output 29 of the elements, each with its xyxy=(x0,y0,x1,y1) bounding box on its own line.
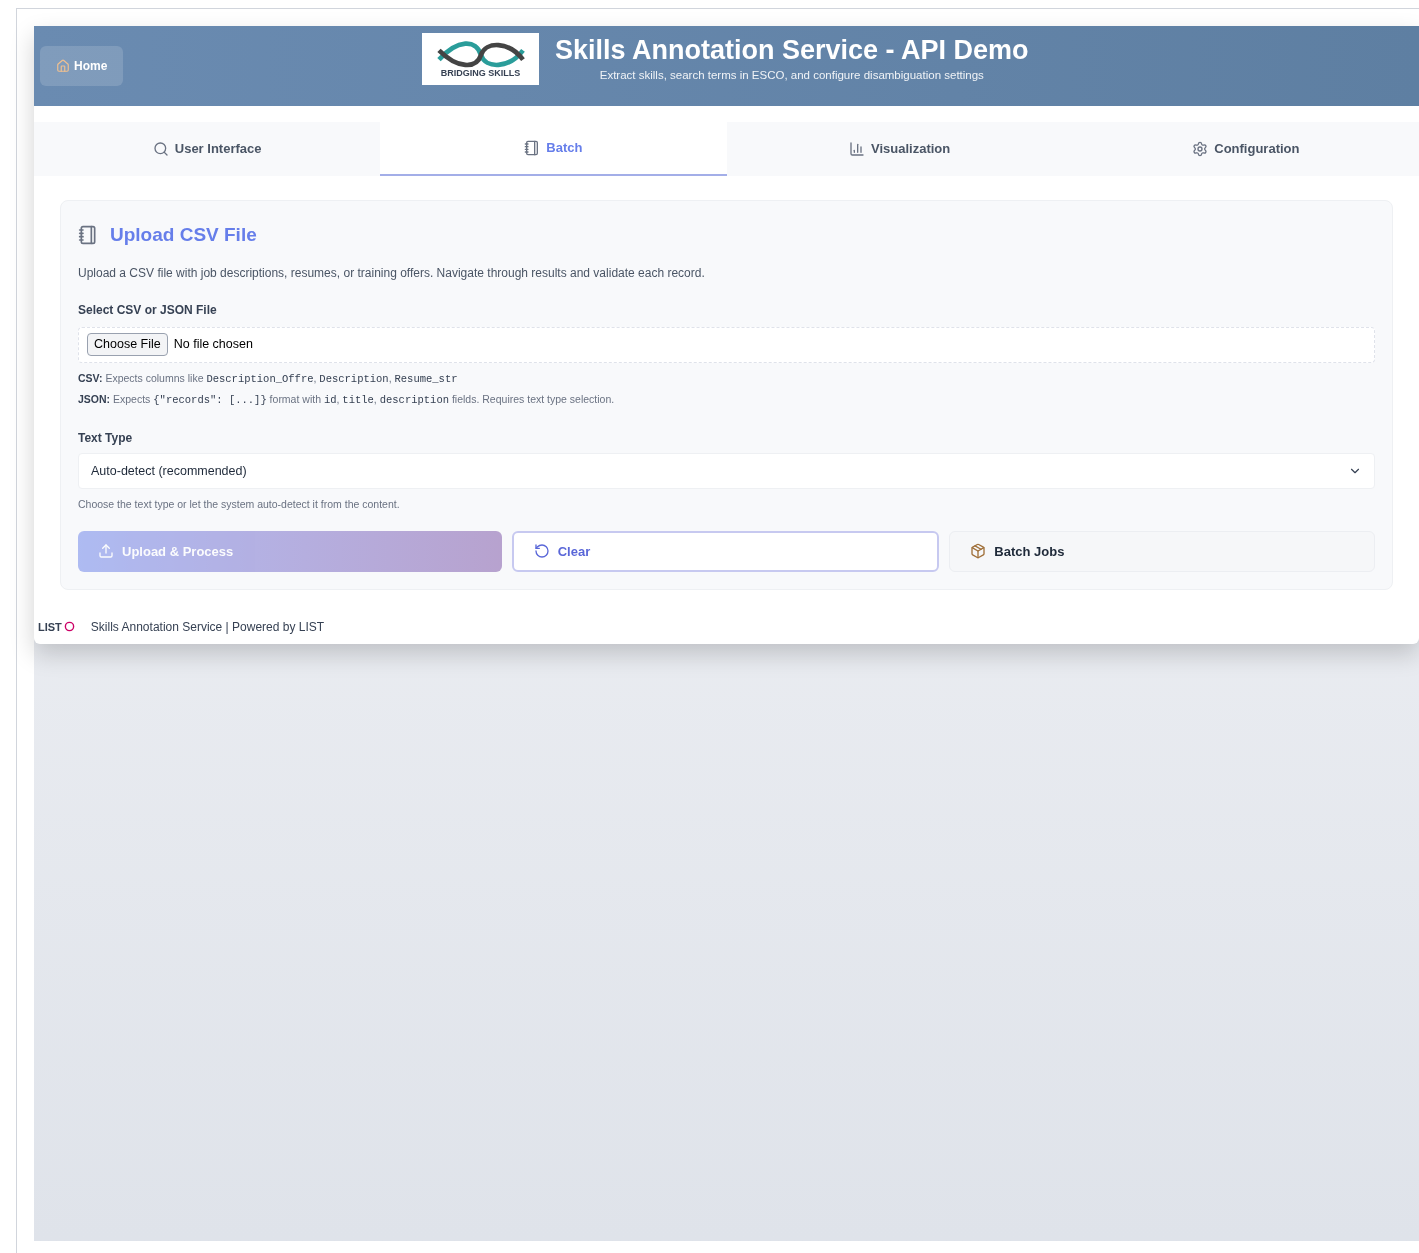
footer-text: Skills Annotation Service | Powered by LIST xyxy=(90,618,325,636)
tab[interactable]: Batch xyxy=(380,122,727,176)
text-type-select[interactable]: Auto-detect (recommended) xyxy=(78,453,1375,489)
batch-jobs-button[interactable]: Batch Jobs xyxy=(949,530,1375,572)
settings-icon xyxy=(1192,141,1209,157)
search-icon xyxy=(152,141,169,157)
tab[interactable]: Configuration xyxy=(1072,122,1419,176)
tab[interactable]: Visualization xyxy=(726,122,1073,176)
card-description: Upload a CSV file with job descriptions, resumes, or training offers. Navigate through results and validate each record. xyxy=(78,264,706,282)
upload-icon xyxy=(98,543,114,560)
notebook-icon xyxy=(78,225,98,246)
clear-button[interactable]: Clear xyxy=(511,530,940,572)
format-hint: JSON: Expects {"records": [...]} format with id, title, description fields. Requires text type selection. xyxy=(78,392,616,409)
box-icon xyxy=(970,543,987,560)
page-subtitle: Extract skills, search terms in ESCO, and configure disambiguation settings xyxy=(599,68,984,84)
page-title: Skills Annotation Service - API Demo xyxy=(555,33,1029,67)
select-hint: Choose the text type or let the system auto-detect it from the content. xyxy=(78,497,401,512)
notebook-icon xyxy=(524,140,541,156)
tab[interactable]: User Interface xyxy=(34,122,381,176)
card-title: Upload CSV File xyxy=(110,223,257,247)
footer-logo: LIST xyxy=(38,618,75,635)
file-input[interactable]: Choose File No file chosen xyxy=(78,326,1375,363)
field-label: Select CSV or JSON File xyxy=(78,301,218,319)
bar-chart-icon xyxy=(849,141,865,157)
format-hint: CSV: Expects columns like Description_Offre, Description, Resume_str xyxy=(78,370,459,387)
refresh-icon xyxy=(533,543,550,560)
logo-text: BRIDGING SKILLS xyxy=(440,68,521,78)
house-icon xyxy=(56,59,70,73)
field-label: Text Type xyxy=(78,430,134,447)
